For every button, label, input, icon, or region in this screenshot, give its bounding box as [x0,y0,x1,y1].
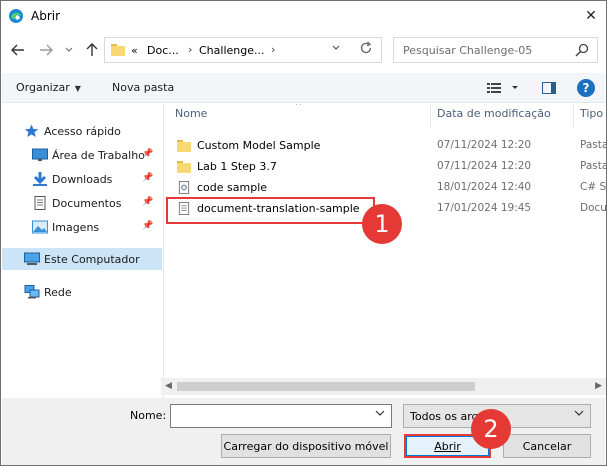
help-icon[interactable]: ? [577,79,595,97]
chevron-right-icon[interactable]: › [271,43,275,56]
file-name-input[interactable] [170,404,392,428]
breadcrumb-overflow[interactable]: « [131,44,138,57]
file-type: C# So [580,181,606,193]
scroll-right-icon[interactable]: ▶ [595,381,602,391]
caret-down-icon: ▼ [74,84,81,93]
star-icon [24,124,40,138]
refresh-icon[interactable] [354,38,378,58]
chevron-down-icon[interactable] [574,409,584,420]
upload-from-mobile-button[interactable]: Carregar do dispositivo móvel [221,434,391,458]
breadcrumb-segment[interactable]: Doc... [147,44,179,57]
file-name-label: Nome: [130,409,167,422]
search-placeholder: Pesquisar Challenge-05 [403,44,533,57]
column-divider[interactable] [573,104,574,128]
sort-ascending-icon: ^ [295,104,302,110]
cancel-button[interactable]: Cancelar [503,434,591,458]
nav-item-network[interactable]: Rede [2,281,162,303]
organize-label: Organizar [16,81,70,94]
up-arrow-icon[interactable] [83,40,101,60]
nav-item-quick-access[interactable]: Acesso rápido [2,120,162,142]
navigation-pane: Acesso rápido Área de Trabalho 📌 Downloa… [2,104,164,398]
dialog-footer: Nome: Todos os arqu Carregar do disposit… [2,398,605,465]
open-file-dialog: Abrir ✕ « Doc... › Challenge... › Pesqui… [0,0,607,466]
file-row[interactable]: Lab 1 Step 3.7 07/11/2024 12:20 Pasta [165,156,606,177]
file-date: 17/01/2024 19:45 [437,202,532,214]
nav-item-documents[interactable]: Documentos 📌 [2,192,162,214]
annotation-highlight [166,197,375,224]
recent-dropdown-icon[interactable] [63,40,75,60]
scroll-left-icon[interactable]: ◀ [165,381,172,391]
scroll-thumb[interactable] [177,382,475,391]
code-file-icon [178,181,190,194]
window-title: Abrir [31,9,61,23]
step-1-badge: 1 [362,204,402,244]
search-box[interactable]: Pesquisar Challenge-05 [393,37,598,63]
file-name: Custom Model Sample [197,139,321,152]
desktop-icon [32,148,48,162]
file-type: Pasta [580,139,606,151]
new-folder-button[interactable]: Nova pasta [112,81,174,94]
nav-item-downloads[interactable]: Downloads 📌 [2,168,162,190]
nav-item-desktop[interactable]: Área de Trabalho 📌 [2,144,162,166]
file-name: Lab 1 Step 3.7 [197,160,277,173]
nav-item-label: Este Computador [44,252,140,266]
view-options-icon[interactable] [487,82,521,97]
file-date: 18/01/2024 12:40 [437,181,532,193]
column-header-type[interactable]: Tipo [580,107,603,120]
close-button[interactable]: ✕ [576,1,606,31]
nav-item-label: Acesso rápido [44,124,121,138]
horizontal-scrollbar[interactable]: ◀ ▶ [161,378,606,395]
pin-icon[interactable]: 📌 [142,173,153,183]
file-list: ^ Nome Data de modificação Tipo Custom M… [165,104,606,398]
title-bar: Abrir ✕ [1,1,606,31]
edge-icon [9,9,23,23]
step-2-badge: 2 [471,409,511,449]
nav-item-label: Downloads [52,172,113,186]
pin-icon[interactable]: 📌 [142,149,153,159]
column-divider[interactable] [430,104,431,128]
navigation-bar: « Doc... › Challenge... › Pesquisar Chal… [1,35,606,65]
file-row[interactable]: code sample 18/01/2024 12:40 C# So [165,177,606,198]
folder-icon [177,140,191,152]
breadcrumb-segment[interactable]: Challenge... [199,44,264,57]
search-icon[interactable] [575,43,589,57]
address-history-dropdown-icon[interactable] [332,43,340,54]
file-row[interactable]: Custom Model Sample 07/11/2024 12:20 Pas… [165,135,606,156]
chevron-right-icon[interactable]: › [188,43,192,56]
open-label: Abrir [434,439,461,453]
nav-item-label: Área de Trabalho [52,148,145,162]
file-type: Docu [580,202,606,214]
nav-item-label: Documentos [52,196,122,210]
nav-item-this-pc[interactable]: Este Computador [2,248,162,270]
preview-pane-icon[interactable] [542,82,556,94]
chevron-down-icon[interactable] [375,409,385,420]
pin-icon[interactable]: 📌 [142,221,153,231]
file-date: 07/11/2024 12:20 [437,160,532,172]
documents-icon [32,196,48,210]
folder-icon [177,161,191,173]
column-header-row: ^ Nome Data de modificação Tipo [165,104,606,128]
organize-button[interactable]: Organizar ▼ [16,81,81,94]
command-toolbar: Organizar ▼ Nova pasta ? [2,73,605,103]
address-bar[interactable]: « Doc... › Challenge... › [104,37,382,63]
images-icon [32,220,48,234]
file-name: code sample [197,181,268,194]
download-icon [32,172,48,186]
back-arrow-icon[interactable] [9,40,27,60]
forward-arrow-icon[interactable] [37,40,55,60]
file-date: 07/11/2024 12:20 [437,139,532,151]
nav-item-label: Rede [44,285,72,299]
pin-icon[interactable]: 📌 [142,197,153,207]
nav-item-label: Imagens [52,220,100,234]
file-type: Pasta [580,160,606,172]
column-header-date[interactable]: Data de modificação [437,107,551,120]
column-header-name[interactable]: Nome [175,107,207,120]
computer-icon [24,252,40,266]
network-icon [24,285,40,299]
nav-item-images[interactable]: Imagens 📌 [2,216,162,238]
folder-icon [111,44,125,56]
